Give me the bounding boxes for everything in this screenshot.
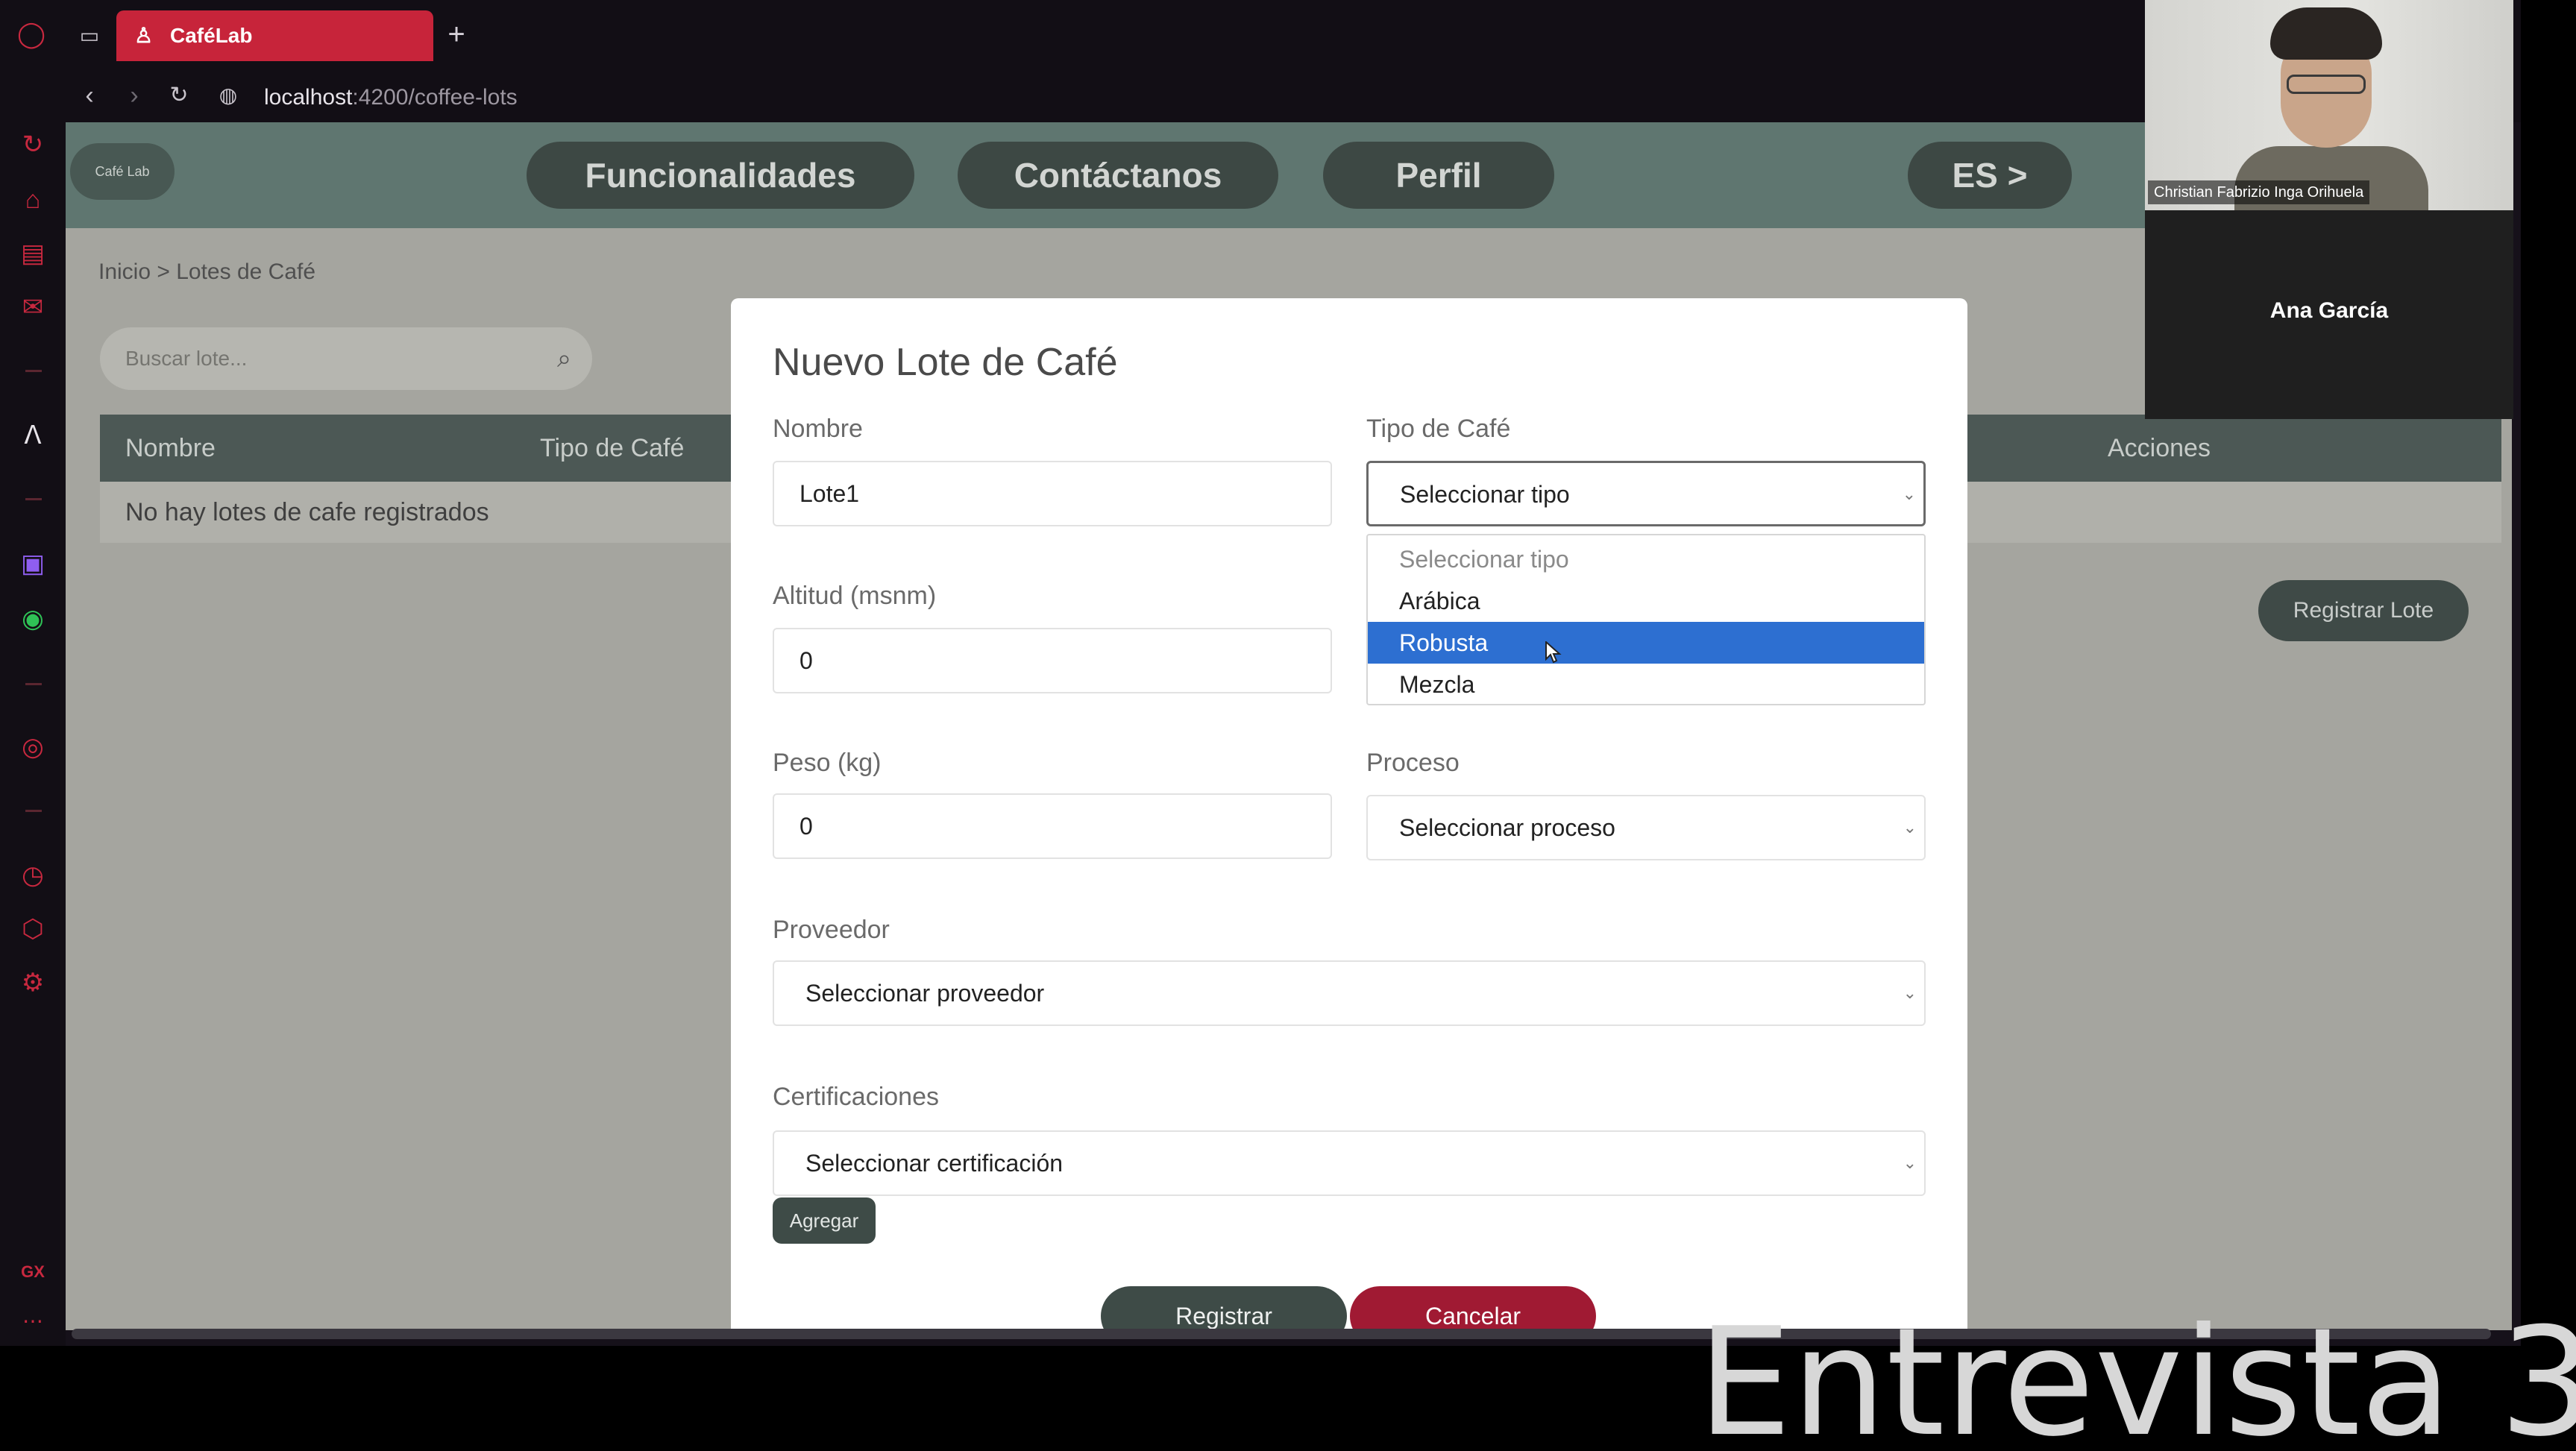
sidebar-separator <box>25 498 42 500</box>
sidebar-separator <box>25 683 42 685</box>
app-logo[interactable]: Café Lab <box>70 143 175 200</box>
video-tile-other: Ana García <box>2145 210 2513 419</box>
url-path: :4200/coffee-lots <box>352 85 518 110</box>
new-lot-modal: Nuevo Lote de Café Nombre Lote1 Tipo de … <box>731 298 1967 1330</box>
altitud-input[interactable]: 0 <box>773 628 1332 693</box>
participant-name-other: Ana García <box>2269 298 2389 323</box>
option-seleccionar-tipo[interactable]: Seleccionar tipo <box>1368 538 1924 580</box>
registrar-lote-button[interactable]: Registrar Lote <box>2258 580 2469 641</box>
extensions-side-icon[interactable]: ⬡ <box>15 911 51 947</box>
url-host: localhost <box>264 85 353 110</box>
certificaciones-select[interactable]: Seleccionar certificación ⌄ <box>773 1130 1926 1196</box>
controller-side-icon[interactable]: ▤ <box>15 236 51 271</box>
history-side-icon[interactable]: ◷ <box>15 857 51 893</box>
certificaciones-label: Certificaciones <box>773 1083 939 1111</box>
breadcrumb: Inicio > Lotes de Café <box>98 259 316 284</box>
nav-perfil[interactable]: Perfil <box>1323 142 1554 209</box>
nombre-input[interactable]: Lote1 <box>773 461 1332 526</box>
tab-title: CaféLab <box>170 24 253 47</box>
settings-side-icon[interactable]: ⚙ <box>15 965 51 1001</box>
twitch-side-icon[interactable]: ▣ <box>15 546 51 582</box>
new-tab-button[interactable]: + <box>440 18 473 51</box>
modal-title: Nuevo Lote de Café <box>773 341 1118 384</box>
search-input[interactable]: Buscar lote... ⌕ <box>100 327 592 390</box>
forward-icon[interactable]: › <box>118 81 151 113</box>
browser-sidebar: ↻ ⌂ ▤ ✉ ᐱ ▣ ◉ ◎ ◷ ⬡ ⚙ GX ⋯ <box>0 73 66 1346</box>
nav-funcionalidades[interactable]: Funcionalidades <box>527 142 914 209</box>
participant-hair <box>2270 7 2382 60</box>
opera-logo-icon[interactable]: ◯ <box>15 19 48 52</box>
chevron-down-icon: ⌄ <box>1902 485 1916 503</box>
tab-favicon-icon: ♙ <box>134 24 154 47</box>
option-robusta[interactable]: Robusta <box>1368 622 1924 664</box>
video-tile-self: Christian Fabrizio Inga Orihuela <box>2145 0 2513 210</box>
tipo-cafe-select[interactable]: Seleccionar tipo ⌄ <box>1366 461 1926 526</box>
search-icon[interactable]: ⌕ <box>557 327 571 390</box>
workspaces-icon[interactable]: ▭ <box>73 21 106 54</box>
aria-side-icon[interactable]: ᐱ <box>15 418 51 453</box>
nav-contactanos[interactable]: Contáctanos <box>958 142 1278 209</box>
participant-glasses <box>2287 75 2366 94</box>
browser-window: ◯ ▭ ♙ CaféLab + ‹ › ↻ ◍ localhost:4200/c… <box>0 0 2521 1346</box>
proceso-label: Proceso <box>1366 749 1460 777</box>
certificaciones-value: Seleccionar certificación <box>805 1150 1064 1177</box>
language-selector[interactable]: ES > <box>1908 142 2072 209</box>
chevron-down-icon: ⌄ <box>1903 818 1917 837</box>
url-field[interactable]: localhost:4200/coffee-lots <box>264 81 518 115</box>
player-side-icon[interactable]: ◎ <box>15 729 51 765</box>
proceso-select[interactable]: Seleccionar proceso ⌄ <box>1366 795 1926 860</box>
column-nombre: Nombre <box>125 434 216 462</box>
sidebar-separator <box>25 810 42 812</box>
peso-input[interactable]: 0 <box>773 793 1332 859</box>
search-placeholder: Buscar lote... <box>125 347 248 370</box>
back-icon[interactable]: ‹ <box>73 81 106 113</box>
proveedor-label: Proveedor <box>773 916 890 944</box>
mouse-cursor-icon <box>1545 641 1562 664</box>
altitud-label: Altitud (msnm) <box>773 582 937 610</box>
chevron-down-icon: ⌄ <box>1903 1153 1917 1172</box>
column-acciones: Acciones <box>2108 434 2211 462</box>
participant-name-self: Christian Fabrizio Inga Orihuela <box>2148 180 2370 204</box>
screen: ◯ ▭ ♙ CaféLab + ‹ › ↻ ◍ localhost:4200/c… <box>0 0 2576 1451</box>
nombre-label: Nombre <box>773 415 863 443</box>
reload-icon[interactable]: ↻ <box>163 81 195 113</box>
tipo-cafe-label: Tipo de Café <box>1366 415 1511 443</box>
proceso-value: Seleccionar proceso <box>1399 814 1615 841</box>
option-arabica[interactable]: Arábica <box>1368 580 1924 622</box>
column-tipo-cafe: Tipo de Café <box>540 434 685 462</box>
globe-icon: ◍ <box>219 84 238 107</box>
tab-bar: ◯ ▭ ♙ CaféLab + <box>0 0 2521 73</box>
agregar-button[interactable]: Agregar <box>773 1197 876 1244</box>
tab-cafelab[interactable]: ♙ CaféLab <box>116 10 433 61</box>
chevron-down-icon: ⌄ <box>1903 983 1917 1002</box>
video-caption: Entrevista 3 <box>1697 1296 2576 1451</box>
sidebar-separator <box>25 370 42 372</box>
registrar-button[interactable]: Registrar <box>1101 1286 1347 1330</box>
peso-label: Peso (kg) <box>773 749 882 777</box>
store-side-icon[interactable]: ⌂ <box>15 182 51 218</box>
refresh-side-icon[interactable]: ↻ <box>15 127 51 163</box>
gx-label: GX <box>21 1262 45 1281</box>
proveedor-value: Seleccionar proveedor <box>805 980 1045 1007</box>
more-side-icon[interactable]: ⋯ <box>15 1303 51 1339</box>
option-mezcla[interactable]: Mezcla <box>1368 664 1924 705</box>
proveedor-select[interactable]: Seleccionar proveedor ⌄ <box>773 960 1926 1026</box>
tipo-cafe-dropdown: Seleccionar tipo Arábica Robusta Mezcla <box>1366 534 1926 705</box>
tipo-cafe-value: Seleccionar tipo <box>1400 481 1570 508</box>
cancelar-button[interactable]: Cancelar <box>1350 1286 1596 1330</box>
mail-side-icon[interactable]: ✉ <box>15 289 51 325</box>
whatsapp-side-icon[interactable]: ◉ <box>15 601 51 637</box>
